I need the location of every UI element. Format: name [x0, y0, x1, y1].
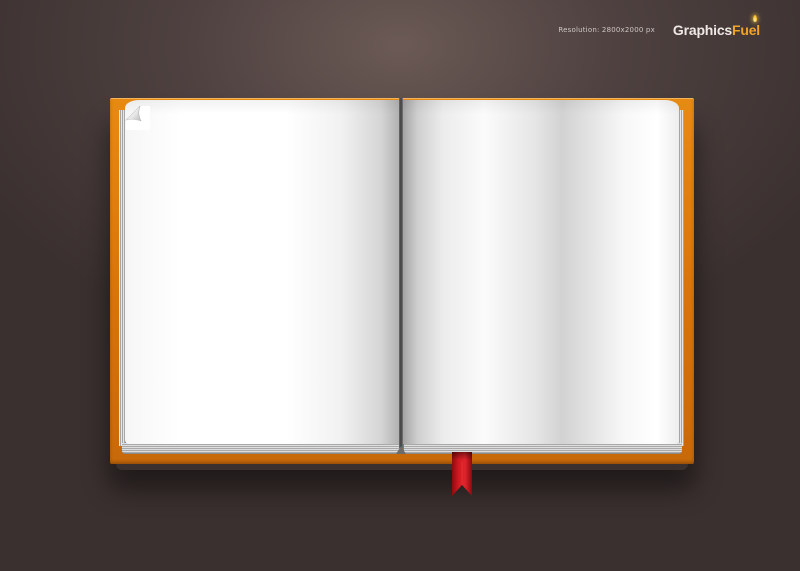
- page-curl-icon: [124, 105, 150, 130]
- ribbon-bookmark-icon: [452, 452, 472, 496]
- left-page: [125, 100, 403, 444]
- logo-text-accent: Fuel: [732, 22, 760, 38]
- graphicsfuel-logo: GraphicsFuel: [672, 15, 760, 38]
- open-book: [110, 98, 694, 464]
- left-page-stack: [122, 443, 400, 454]
- candle-flame-icon: [753, 15, 757, 22]
- book-gutter: [399, 98, 403, 448]
- header-meta: Resolution: 2800x2000 px GraphicsFuel: [558, 15, 760, 38]
- spine-notch: [396, 446, 406, 454]
- right-page: [401, 100, 679, 444]
- right-page-stack: [404, 443, 682, 454]
- resolution-label: Resolution: 2800x2000 px: [558, 26, 655, 34]
- logo-text-main: Graphics: [672, 22, 733, 38]
